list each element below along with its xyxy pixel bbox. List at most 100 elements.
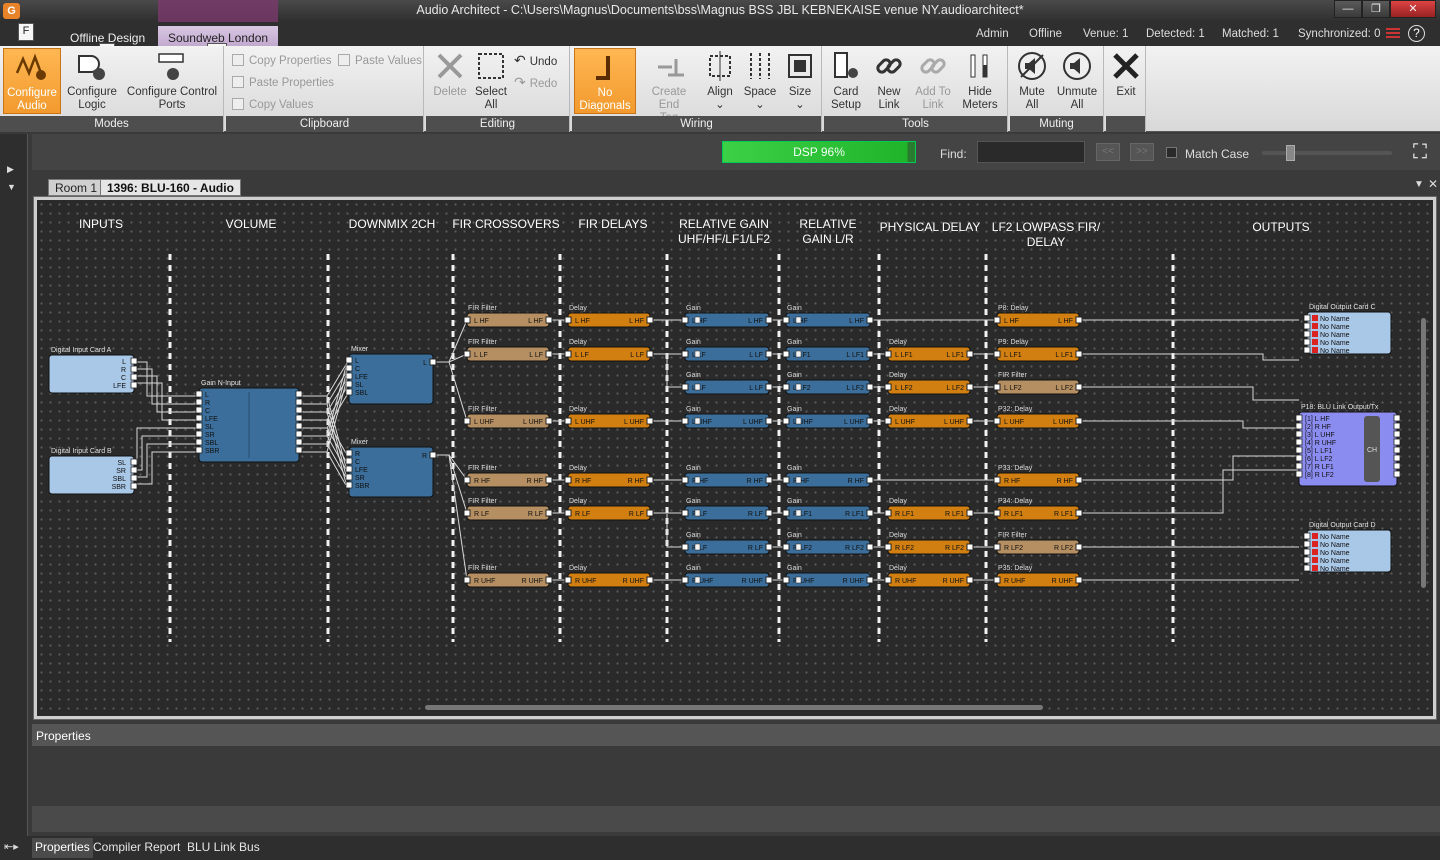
mixer-left: MixerLCLFESLSBL: [345, 346, 434, 405]
wire: [134, 443, 197, 478]
configure-audio-button[interactable]: Configure Audio: [3, 48, 61, 114]
port-label: LFE: [355, 374, 368, 381]
unmute-all-button[interactable]: Unmute All: [1054, 48, 1100, 114]
tab-blu160-audio[interactable]: 1396: BLU-160 - Audio: [100, 179, 241, 196]
tab-room-1[interactable]: Room 1: [48, 179, 105, 196]
card-setup-button[interactable]: Card Setup: [826, 48, 866, 114]
new-link-button[interactable]: New Link: [868, 48, 910, 114]
port-connector: [345, 356, 353, 364]
wire: [435, 361, 468, 422]
delete-button[interactable]: Delete: [428, 48, 472, 114]
configure-logic-button[interactable]: Configure Logic: [64, 48, 120, 114]
port-label: R: [355, 451, 360, 458]
group-wiring: No Diagonals Create End Tag Align ⌄ Spac…: [572, 46, 822, 132]
wire: [134, 382, 197, 421]
port-connector: [463, 316, 471, 324]
port-connector: [1303, 564, 1311, 572]
close-button[interactable]: ✕: [1390, 0, 1436, 18]
space-button[interactable]: Space ⌄: [740, 48, 780, 114]
status-mode[interactable]: Offline: [1029, 28, 1062, 40]
block-output-label: L UHF: [1053, 419, 1073, 426]
find-previous-button[interactable]: <<: [1096, 143, 1120, 161]
add-to-link-button[interactable]: Add To Link: [912, 48, 954, 114]
close-document-icon[interactable]: ✕: [1428, 177, 1438, 191]
block-input-label: R LF1: [1004, 511, 1023, 518]
copy-values-button[interactable]: Copy Values: [232, 98, 313, 116]
collapse-arrow-icon[interactable]: ▼: [7, 182, 16, 192]
copy-properties-button[interactable]: Copy Properties: [232, 54, 331, 72]
help-icon[interactable]: ?: [1408, 25, 1425, 42]
block-title: Gain: [787, 498, 802, 505]
status-matched: Matched: 1: [1222, 28, 1279, 40]
fullscreen-icon[interactable]: ⛶: [1408, 140, 1432, 164]
zoom-slider[interactable]: [1262, 151, 1392, 155]
tab-list-dropdown-icon[interactable]: ▼: [1414, 179, 1424, 190]
stage-header-label: OUTPUTS: [1252, 220, 1309, 234]
mixer-left-output: L: [423, 360, 427, 367]
port-connector: [1393, 462, 1401, 470]
port-connector: [1075, 543, 1083, 551]
processing-block: P8: Delay L HF L HF: [993, 305, 1083, 328]
configure-control-ports-button[interactable]: Configure Control Ports: [124, 48, 220, 114]
schematic-canvas[interactable]: INPUTS VOLUME DOWNMIX 2CH FIR CROSSOVERS FIR…: [37, 200, 1433, 716]
wire: [134, 368, 197, 405]
bottom-tab-properties[interactable]: Properties: [32, 838, 93, 858]
minimize-button[interactable]: —: [1334, 0, 1362, 18]
port-label: SR: [116, 468, 126, 475]
undo-button[interactable]: ↶ Undo: [514, 52, 557, 70]
mute-all-button[interactable]: Mute All: [1012, 48, 1052, 114]
paste-values-button[interactable]: Paste Values: [338, 54, 422, 72]
exit-button[interactable]: Exit: [1108, 48, 1144, 114]
horizontal-scrollbar[interactable]: [425, 705, 1043, 710]
match-case-checkbox[interactable]: [1166, 147, 1177, 158]
paste-icon: [338, 54, 350, 66]
schematic-svg[interactable]: INPUTS VOLUME DOWNMIX 2CH FIR CROSSOVERS FIR…: [37, 200, 1433, 716]
align-button[interactable]: Align ⌄: [700, 48, 740, 114]
blu-link-output: P18: BLU Link Output/Tx[1] L HF[2] R HF[…: [1295, 404, 1401, 487]
port-connector: [765, 417, 773, 425]
vertical-scrollbar[interactable]: [1421, 318, 1426, 588]
paste-properties-button[interactable]: Paste Properties: [232, 76, 334, 94]
processing-block: FIR Filter L LF2 L LF2: [993, 372, 1083, 395]
port-connector: [1295, 470, 1303, 478]
port-connector: [545, 316, 553, 324]
bottom-tab-blu-link-bus[interactable]: BLU Link Bus: [184, 838, 263, 858]
processing-block: Delay R HF R HF: [564, 465, 654, 488]
select-all-button[interactable]: Select All: [474, 48, 508, 114]
port-connector: [765, 509, 773, 517]
bottom-tab-compiler-report[interactable]: Compiler Report: [90, 838, 183, 858]
processing-block: FIR Filter L HF L HF: [463, 305, 553, 328]
port-label: L: [205, 392, 209, 399]
block-output-label: L LF: [529, 352, 543, 359]
left-collapse-strip[interactable]: ▶ ▼: [0, 134, 28, 836]
maximize-button[interactable]: ❐: [1362, 0, 1390, 18]
port-connector: [1075, 350, 1083, 358]
redo-button[interactable]: ↷ Redo: [514, 74, 557, 92]
expand-arrow-icon[interactable]: ▶: [7, 164, 14, 175]
create-end-tag-button[interactable]: Create End Tag: [640, 48, 698, 124]
no-diagonals-button[interactable]: No Diagonals: [574, 48, 636, 114]
speaker-mute-icon: [1012, 48, 1052, 84]
port-connector: [993, 316, 1001, 324]
network-status-icon[interactable]: [1386, 28, 1400, 40]
processing-block: FIR Filter R LF R LF: [463, 498, 553, 521]
block-output-label: R LF1: [845, 511, 864, 518]
block-title: Mixer: [351, 346, 369, 353]
port-connector: [884, 543, 892, 551]
block-input-label: L LF2: [1004, 385, 1022, 392]
hide-meters-button[interactable]: Hide Meters: [958, 48, 1002, 114]
zoom-slider-thumb[interactable]: [1286, 145, 1295, 161]
port-indicator: [1312, 541, 1318, 547]
port-connector: [1075, 509, 1083, 517]
block-title: Delay: [569, 465, 587, 472]
status-user[interactable]: Admin: [976, 28, 1009, 40]
bottom-nav-arrows-icon[interactable]: ⇤▸: [4, 840, 19, 853]
port-connector: [295, 414, 303, 422]
find-input[interactable]: [977, 141, 1085, 163]
block-title: Gain: [686, 565, 701, 572]
find-next-button[interactable]: >>: [1130, 143, 1154, 161]
processing-block: Delay R LF2 R LF2: [884, 532, 974, 555]
stage-header-label: FIR DELAYS: [578, 217, 647, 231]
group-label-modes: Modes: [0, 116, 223, 132]
size-button[interactable]: Size ⌄: [780, 48, 820, 114]
